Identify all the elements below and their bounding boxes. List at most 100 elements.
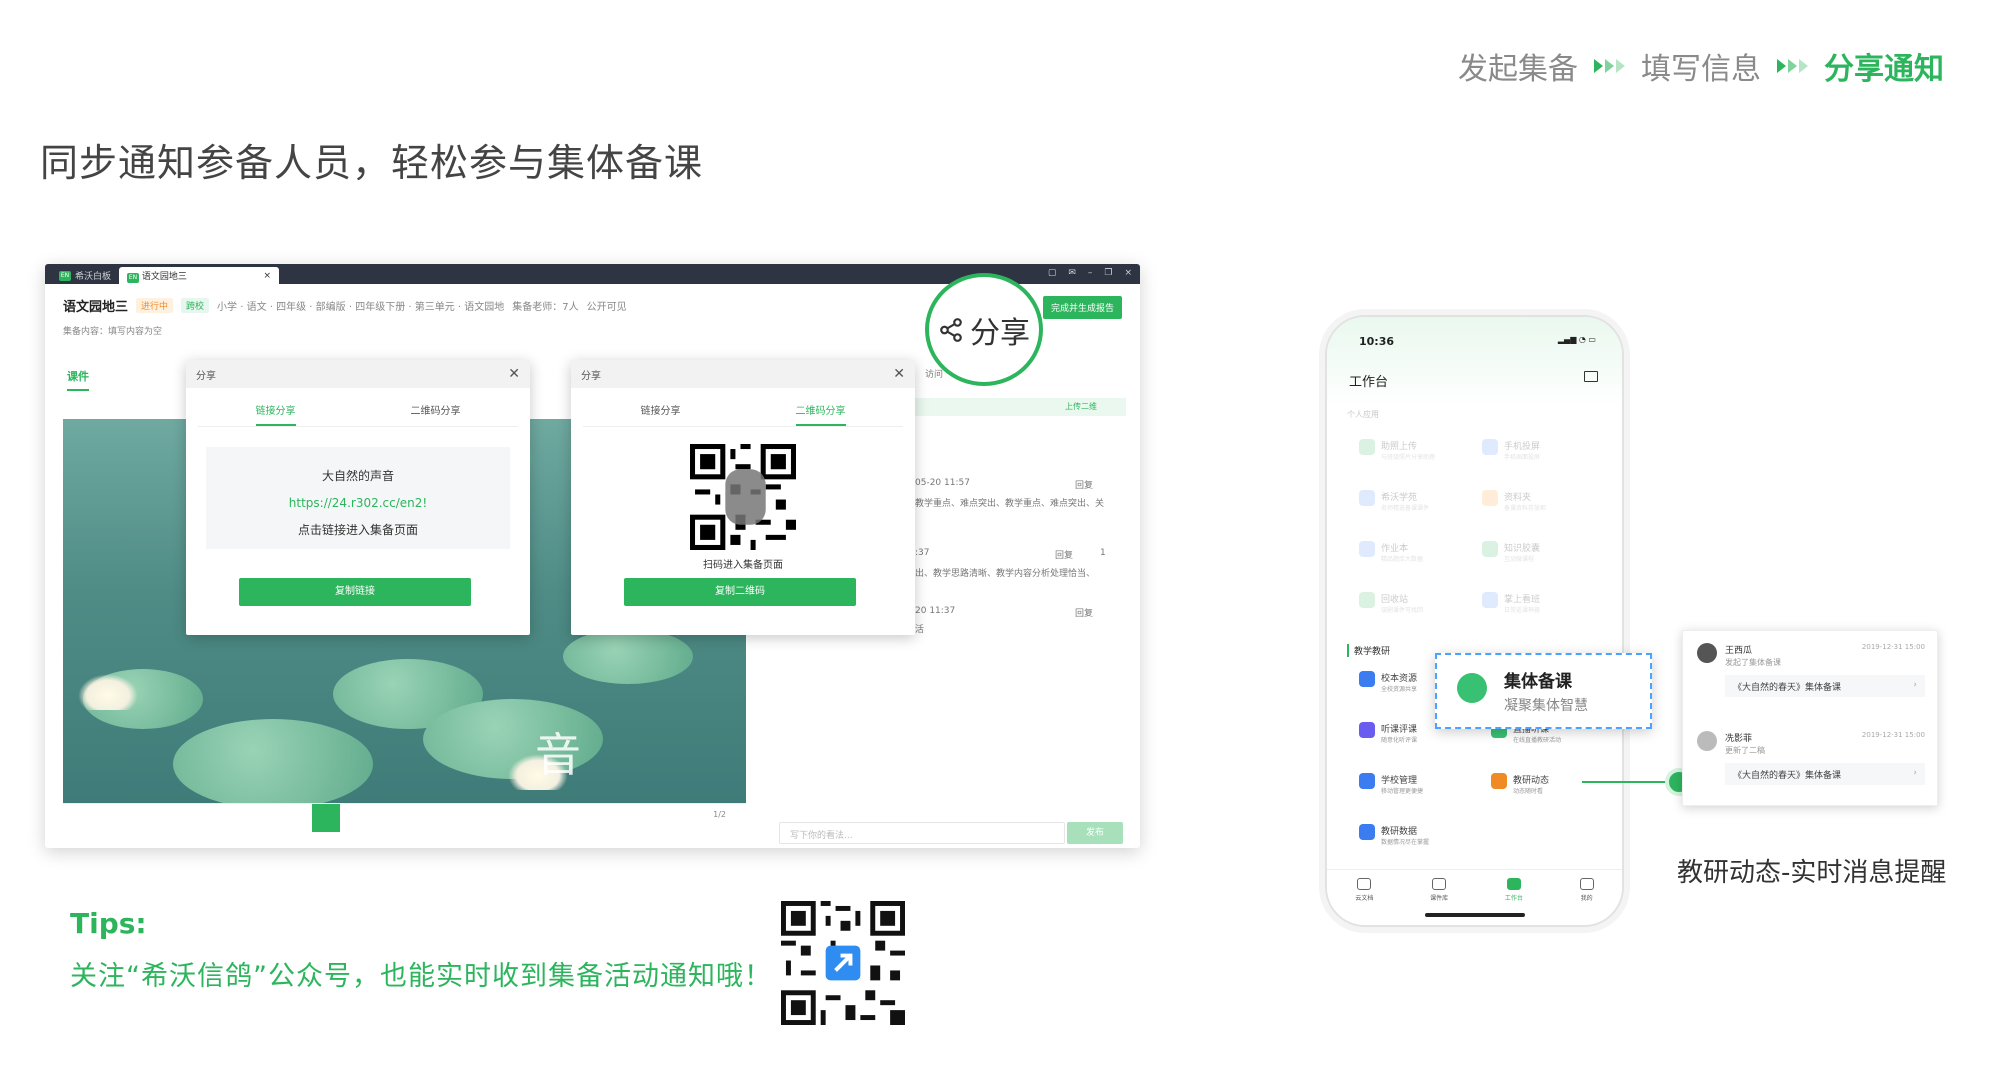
comment-date: :37 xyxy=(915,548,930,558)
like-count[interactable]: 1 xyxy=(1100,548,1106,558)
app-item[interactable]: 回收站 误删课件可找回 xyxy=(1359,592,1423,614)
comment-input[interactable]: 写下你的看法... xyxy=(779,822,1065,844)
app-item[interactable]: 知识胶囊 互动微课程 xyxy=(1482,541,1540,563)
notification-date: 2019-12-31 15:00 xyxy=(1861,731,1925,739)
app-item[interactable]: 资料夹 备课资料存放柜 xyxy=(1482,490,1546,512)
step-1: 发起集备 xyxy=(1458,52,1578,87)
share-url[interactable]: https://24.r302.cc/en2! xyxy=(206,490,510,517)
lily-pad xyxy=(173,719,373,803)
notification-item[interactable]: 王西瓜 发起了集体备课 2019-12-31 15:00 《大自然的春天》集体备… xyxy=(1697,643,1925,713)
notification-card[interactable]: 《大自然的春天》集体备课 › xyxy=(1725,675,1925,697)
app-item[interactable]: 掌上看班 日常巡课神器 xyxy=(1482,592,1540,614)
reply-link[interactable]: 回复 xyxy=(1055,548,1073,561)
app-item[interactable]: 学校管理 移动管理更便捷 xyxy=(1359,773,1423,795)
link-share-dialog: 分享 ✕ 链接分享 二维码分享 大自然的声音 https://24.r302.cc… xyxy=(186,360,530,635)
screen-icon[interactable]: ▢ xyxy=(1048,268,1057,278)
close-icon[interactable]: ✕ xyxy=(893,366,905,382)
nav-me[interactable]: 我的 xyxy=(1579,878,1594,925)
app-logo-icon: EN xyxy=(127,272,140,283)
nav-workbench[interactable]: 工作台 xyxy=(1505,878,1523,925)
app-icon xyxy=(1359,439,1375,455)
step-arrow-icon xyxy=(1594,59,1625,73)
window-tab-lesson[interactable]: EN 语文园地三 × xyxy=(119,267,280,284)
app-item[interactable]: 校本资源 全校资源共享 xyxy=(1359,671,1417,693)
visibility-label: 公开可见 xyxy=(586,302,627,313)
comment-text: 出、教学思路清晰、教学内容分析处理恰当、 xyxy=(915,569,1096,579)
lily-pad xyxy=(563,629,693,684)
tab-link-share[interactable]: 链接分享 xyxy=(641,402,681,426)
resources-icon xyxy=(1359,671,1375,687)
copy-qr-button[interactable]: 复制二维码 xyxy=(624,578,856,606)
mail-icon[interactable] xyxy=(1584,371,1598,382)
app-item[interactable]: 助照上传 与班级照片分享助理 xyxy=(1359,439,1435,461)
section-teaching-label: 教学教研 xyxy=(1347,644,1390,657)
group-icon xyxy=(1457,673,1487,703)
upload-button[interactable]: 上传二维 xyxy=(1065,401,1097,412)
comment-text: 教学重点、难点突出、教学重点、难点突出、关 xyxy=(915,499,1105,509)
nav-courseware[interactable]: 课件库 xyxy=(1430,878,1448,925)
tab-qr-share[interactable]: 二维码分享 xyxy=(411,402,461,426)
app-item[interactable]: 作业本 精品题库大数据 xyxy=(1359,541,1423,563)
reply-link[interactable]: 回复 xyxy=(1075,478,1093,491)
select-tool-button[interactable] xyxy=(312,804,340,832)
collective-prep-highlight[interactable]: 集体备课 凝聚集体智慧 xyxy=(1435,653,1652,729)
comment-date: 05-20 11:57 xyxy=(915,478,970,488)
lesson-title: 语文园地三 xyxy=(63,300,129,315)
mail-icon[interactable]: ✉ xyxy=(1068,268,1076,278)
reply-link[interactable]: 回复 xyxy=(1075,606,1093,619)
avatar xyxy=(1697,643,1717,663)
cloud-icon xyxy=(1357,878,1372,890)
review-icon xyxy=(1359,722,1375,738)
app-icon xyxy=(1482,541,1498,557)
finish-report-button[interactable]: 完成并生成报告 xyxy=(1042,296,1122,319)
close-icon[interactable]: ✕ xyxy=(508,366,520,382)
step-2: 填写信息 xyxy=(1641,52,1761,87)
avatar xyxy=(1697,731,1717,751)
wechat-qr-code xyxy=(781,901,905,1025)
notification-date: 2019-12-31 15:00 xyxy=(1861,643,1925,651)
app-item[interactable]: 希沃学苑 名师精选备课课件 xyxy=(1359,490,1429,512)
chart-icon xyxy=(1359,824,1375,840)
status-icons: ▂▄▆ ◔ ▭ xyxy=(1557,335,1596,344)
copy-link-button[interactable]: 复制链接 xyxy=(239,578,471,606)
window-tab-whiteboard[interactable]: EN 希沃白板 xyxy=(51,267,119,284)
share-callout[interactable]: 分享 xyxy=(925,273,1043,386)
close-tab-icon[interactable]: × xyxy=(263,271,271,281)
tab-qr-share[interactable]: 二维码分享 xyxy=(795,402,846,426)
share-qr-code xyxy=(690,444,796,550)
app-item[interactable]: 教研动态 动态随时看 xyxy=(1491,773,1549,795)
notification-card[interactable]: 《大自然的春天》集体备课 › xyxy=(1725,763,1925,785)
app-item[interactable]: 教研数据 数据情况尽在掌握 xyxy=(1359,824,1429,846)
scope-dropdown[interactable]: 跨校 xyxy=(181,298,210,313)
app-item[interactable]: 听课评课 随意化听评课 xyxy=(1359,722,1417,744)
nav-cloud-docs[interactable]: 云文档 xyxy=(1355,878,1373,925)
app-icon xyxy=(1359,490,1375,506)
school-icon xyxy=(1359,773,1375,789)
teachers-link[interactable]: 集备老师：7人 xyxy=(512,298,578,313)
user-icon xyxy=(1579,878,1594,890)
notification-action: 发起了集体备课 xyxy=(1725,658,1781,667)
app-item[interactable]: 手机投屏 手机画面投屏 xyxy=(1482,439,1540,461)
publish-button[interactable]: 发布 xyxy=(1067,822,1123,844)
tab-link-share[interactable]: 链接分享 xyxy=(255,402,296,426)
tips-title: Tips: xyxy=(70,907,147,940)
phone-page-title: 工作台 xyxy=(1349,375,1389,390)
app-icon xyxy=(1482,592,1498,608)
home-indicator xyxy=(1424,913,1525,917)
notification-item[interactable]: 冼影菲 更新了二稿 2019-12-31 15:00 《大自然的春天》集体备课 › xyxy=(1697,731,1925,801)
content-summary: 集备内容：填写内容为空 xyxy=(63,327,163,337)
briefcase-icon xyxy=(1506,878,1521,890)
lesson-info-bar: 语文园地三 进行中 跨校 小学 · 语文 · 四年级 · 部编版 · 四年级下册… xyxy=(63,296,627,315)
share-hint: 点击链接进入集备页面 xyxy=(297,523,418,537)
app-icon xyxy=(1482,439,1498,455)
visit-tab[interactable]: 访问 xyxy=(925,367,943,380)
notification-action: 更新了二稿 xyxy=(1725,746,1765,755)
tab-courseware[interactable]: 课件 xyxy=(67,368,89,391)
restore-icon[interactable]: ❐ xyxy=(1104,268,1112,278)
minimize-icon[interactable]: – xyxy=(1088,268,1093,278)
close-icon[interactable]: × xyxy=(1124,268,1132,278)
comment-text: 活 xyxy=(915,625,925,635)
page-headline: 同步通知参备人员，轻松参与集体备课 xyxy=(40,141,704,185)
share-callout-label: 分享 xyxy=(970,315,1030,351)
app-icon xyxy=(1482,490,1498,506)
